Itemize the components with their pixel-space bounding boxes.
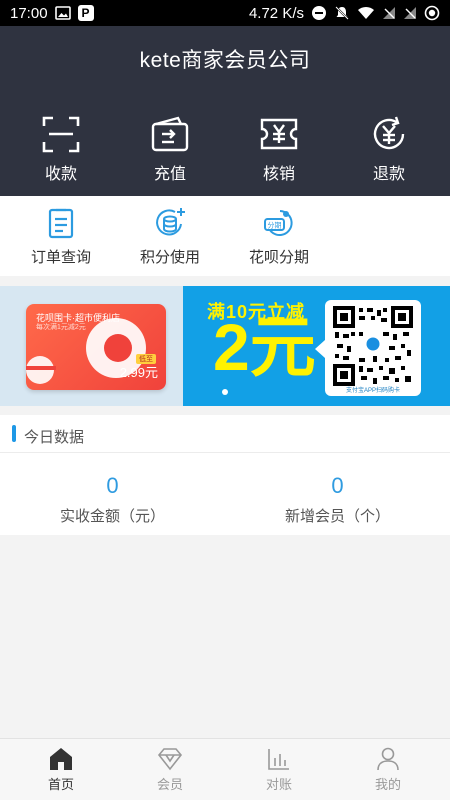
stat-new-members-label: 新增会员（个） <box>284 508 390 525</box>
user-icon <box>377 747 399 771</box>
page-title: kete商家会员公司 <box>139 49 311 72</box>
stat-revenue-label: 实收金额（元） <box>59 508 165 525</box>
tab-reconcile-label: 对账 <box>265 777 292 792</box>
tab-home[interactable]: 首页 <box>5 739 117 800</box>
stat-new-members-value: 0 <box>331 473 344 498</box>
points-usage-label: 积分使用 <box>139 249 200 266</box>
tab-mine[interactable]: 我的 <box>332 739 444 800</box>
svg-text:分期: 分期 <box>268 221 282 230</box>
collect-payment-button[interactable]: 收款 <box>16 114 106 184</box>
wallet-icon <box>151 116 189 152</box>
installment-icon: 分期 <box>264 210 293 236</box>
promo-amount: 2元 <box>213 310 316 384</box>
banner-promo-panel: 满10元立减 2元 支付宝APP扫码购卡 <box>183 286 450 406</box>
bar-chart-icon <box>268 749 289 770</box>
signal-off-icon <box>382 6 396 20</box>
tab-home-label: 首页 <box>47 777 74 792</box>
yen-ticket-icon <box>260 118 298 150</box>
p-badge-text: P <box>81 6 90 20</box>
card-price: 2.99元 <box>119 365 158 380</box>
do-not-disturb-icon <box>311 5 327 21</box>
scan-icon <box>42 116 80 153</box>
recharge-button[interactable]: 充值 <box>125 114 215 184</box>
header: kete商家会员公司 收款 充值 核销 退款 <box>0 26 450 196</box>
qr-code: 支付宝APP扫码购卡 <box>325 300 421 396</box>
banner-card-panel: 花呗围卡·超市便利店 每次满1元减2元 低至 2.99元 <box>0 286 183 406</box>
refund-label: 退款 <box>372 166 405 183</box>
signal-off-icon-2 <box>403 6 417 20</box>
yen-refresh-icon <box>373 116 405 150</box>
promo-banner[interactable]: 花呗围卡·超市便利店 每次满1元减2元 低至 2.99元 满10元立减 2元 支… <box>0 286 450 406</box>
tab-mine-label: 我的 <box>374 777 401 792</box>
home-icon <box>50 748 72 770</box>
net-speed: 4.72 K/s <box>248 4 304 22</box>
bottom-tab-bar: 首页 会员 对账 我的 <box>0 738 450 800</box>
image-icon <box>54 6 71 20</box>
huabei-installment-button[interactable]: 分期 花呗分期 <box>224 206 334 267</box>
collect-payment-label: 收款 <box>44 166 77 183</box>
qr-caption: 支付宝APP扫码购卡 <box>345 388 400 394</box>
order-query-button[interactable]: 订单查询 <box>6 206 116 267</box>
qr-pointer <box>315 340 325 358</box>
status-bar: 17:00 P 4.72 K/s <box>0 0 450 26</box>
order-query-label: 订单查询 <box>30 249 91 266</box>
points-usage-button[interactable]: 积分使用 <box>115 206 225 267</box>
banner-indicator <box>222 389 228 395</box>
stat-revenue-value: 0 <box>106 473 119 498</box>
recharge-label: 充值 <box>153 166 186 183</box>
today-stats-title: 今日数据 <box>24 429 85 446</box>
stat-new-members: 0 新增会员（个） <box>225 473 450 526</box>
p-badge-icon: P <box>77 5 94 21</box>
tab-members[interactable]: 会员 <box>114 739 226 800</box>
huabei-card-image: 花呗围卡·超市便利店 每次满1元减2元 低至 2.99元 <box>26 304 166 390</box>
today-stats-header: 今日数据 <box>0 415 450 453</box>
battery-icon <box>424 5 440 21</box>
top-actions: 收款 充值 核销 退款 <box>0 114 450 184</box>
status-time: 17:00 <box>10 4 48 22</box>
quick-actions: 订单查询 积分使用 分期 花呗分期 <box>0 196 450 276</box>
huabei-installment-label: 花呗分期 <box>248 249 309 266</box>
qr-code-icon <box>333 306 413 386</box>
bell-muted-icon <box>334 5 350 21</box>
stat-revenue: 0 实收金额（元） <box>0 473 225 526</box>
card-subtitle: 每次满1元减2元 <box>36 324 86 331</box>
tab-reconcile[interactable]: 对账 <box>223 739 335 800</box>
clipboard-icon <box>48 208 74 239</box>
section-accent-bar <box>12 425 16 442</box>
refund-button[interactable]: 退款 <box>344 114 434 184</box>
today-stats: 今日数据 0 实收金额（元） 0 新增会员（个） <box>0 415 450 535</box>
verify-button[interactable]: 核销 <box>234 114 324 184</box>
points-coins-icon <box>156 208 185 236</box>
verify-label: 核销 <box>262 166 295 183</box>
diamond-icon <box>157 748 183 771</box>
tab-members-label: 会员 <box>156 777 183 792</box>
wifi-icon <box>357 6 375 20</box>
